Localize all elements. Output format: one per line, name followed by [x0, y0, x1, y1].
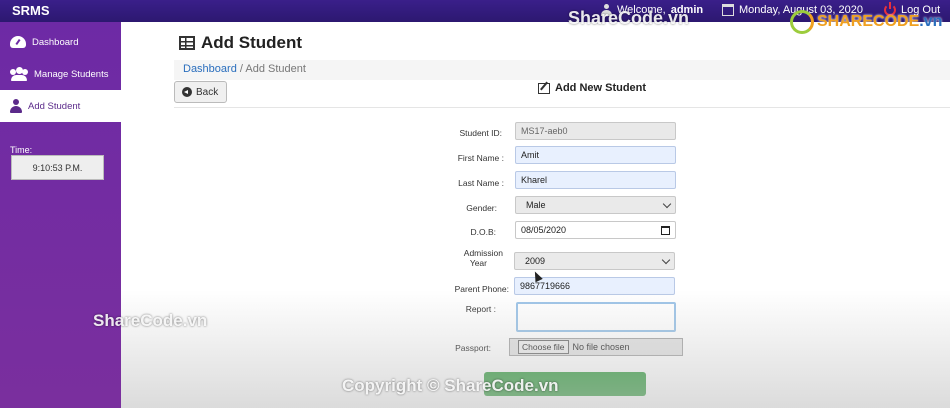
parent-phone-label: Parent Phone:	[454, 284, 509, 294]
clock-display: 9:10:53 P.M.	[11, 155, 104, 180]
student-id-label: Student ID:	[459, 128, 502, 138]
passport-label: Passport:	[455, 343, 491, 353]
time-label: Time:	[10, 145, 33, 155]
users-icon	[10, 67, 28, 81]
passport-file-input[interactable]: Choose file No file chosen	[509, 338, 683, 356]
logo-text: SHARECODE	[817, 13, 920, 30]
breadcrumb-current: Add Student	[245, 63, 306, 75]
admission-year-label: Admission Year	[403, 248, 503, 268]
last-name-label: Last Name :	[458, 178, 504, 188]
table-icon	[179, 36, 195, 50]
sharecode-logo: SHARECODE.vn	[790, 10, 942, 34]
form-title: Add New Student	[538, 82, 646, 94]
gender-label: Gender:	[466, 203, 497, 213]
gender-value: Male	[526, 200, 546, 210]
watermark-copyright: Copyright © ShareCode.vn	[342, 376, 559, 395]
chevron-down-icon	[662, 199, 672, 208]
divider	[174, 107, 950, 108]
admission-year-value: 2009	[525, 256, 546, 266]
sharecode-logo-icon	[790, 10, 814, 34]
watermark-left: ShareCode.vn	[93, 311, 208, 330]
admission-year-label-line1: Admission	[463, 248, 503, 258]
calendar-icon	[722, 4, 734, 16]
choose-file-button[interactable]: Choose file	[518, 340, 569, 354]
breadcrumb: Dashboard / Add Student	[174, 60, 950, 80]
dob-input[interactable]: 08/05/2020	[515, 221, 676, 239]
first-name-label: First Name :	[457, 153, 504, 163]
last-name-input[interactable]: Kharel	[515, 171, 676, 189]
page-title-text: Add Student	[201, 33, 303, 52]
back-label: Back	[196, 86, 219, 98]
dob-label: D.O.B:	[470, 227, 496, 237]
first-name-input[interactable]: Amit	[515, 146, 676, 164]
logo-suffix: .vn	[919, 13, 943, 30]
sidebar-item-label: Add Student	[28, 100, 81, 112]
edit-icon	[538, 82, 550, 94]
admission-year-label-line2: Year	[469, 258, 487, 268]
file-status: No file chosen	[572, 342, 630, 352]
dashboard-icon	[10, 36, 26, 48]
calendar-icon[interactable]	[661, 225, 670, 235]
chevron-down-icon	[661, 255, 671, 264]
user-icon	[10, 99, 22, 113]
report-label: Report :	[465, 304, 496, 314]
watermark-top: ShareCode.vn	[568, 8, 690, 28]
sidebar-item-label: Dashboard	[32, 36, 79, 48]
breadcrumb-separator: /	[239, 63, 243, 75]
page-title: Add Student	[179, 33, 302, 53]
admission-year-select[interactable]: 2009	[514, 252, 675, 270]
report-textarea[interactable]	[516, 302, 676, 332]
sidebar-item-add-student[interactable]: Add Student	[0, 90, 121, 122]
arrow-left-circle-icon	[182, 87, 192, 97]
sidebar-item-manage-students[interactable]: Manage Students	[0, 58, 121, 90]
brand-title: SRMS	[12, 3, 50, 18]
student-id-input[interactable]: MS17-aeb0	[515, 122, 676, 140]
form-title-text: Add New Student	[555, 82, 647, 94]
dob-value: 08/05/2020	[521, 225, 567, 235]
gender-select[interactable]: Male	[515, 196, 676, 214]
back-button[interactable]: Back	[174, 81, 227, 103]
sidebar: Dashboard Manage Students Add Student Ti…	[0, 22, 121, 408]
sidebar-item-dashboard[interactable]: Dashboard	[0, 26, 121, 58]
sidebar-item-label: Manage Students	[34, 68, 109, 80]
breadcrumb-dashboard-link[interactable]: Dashboard	[183, 63, 237, 75]
